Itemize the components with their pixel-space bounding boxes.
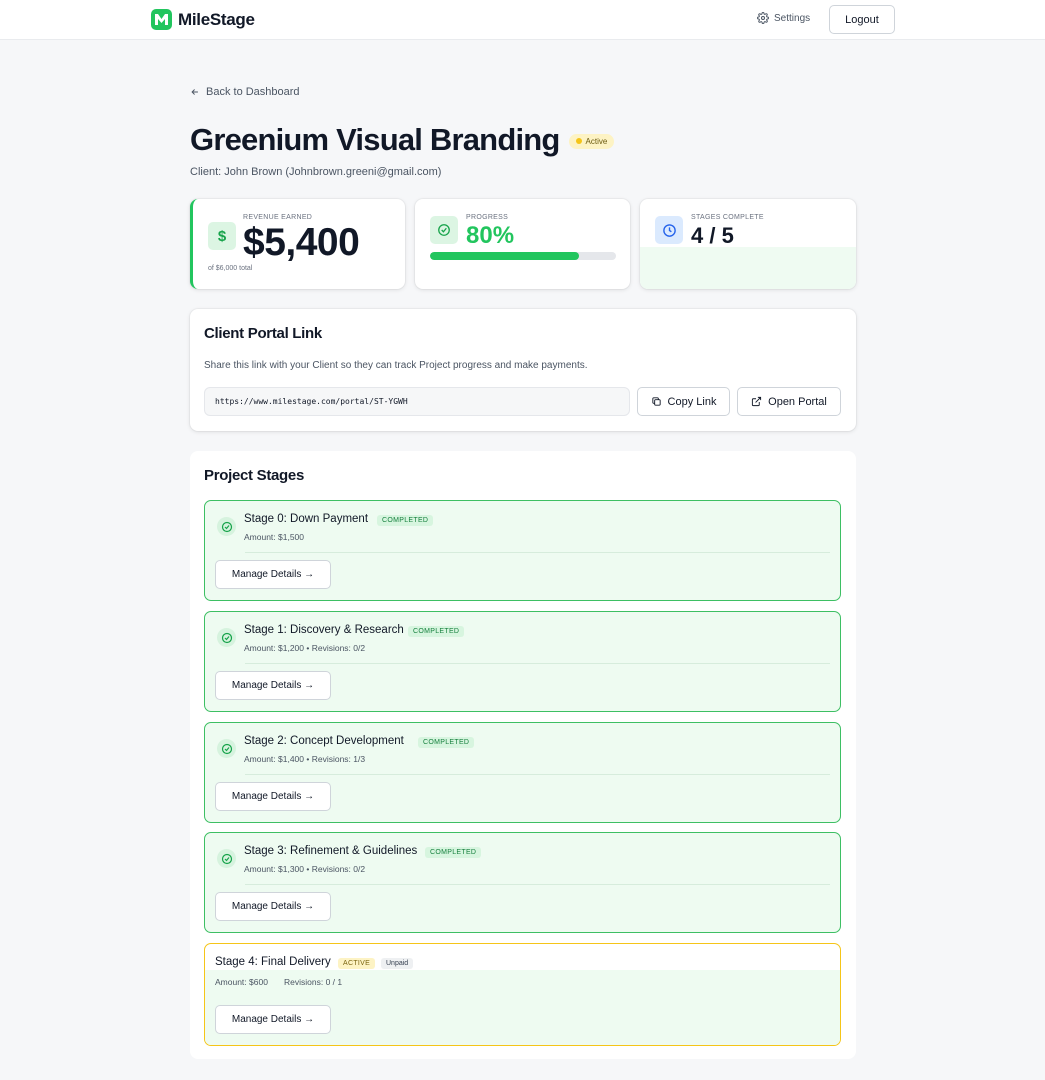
stage-status-badge: COMPLETED: [425, 847, 482, 858]
settings-label: Settings: [774, 12, 811, 24]
stage-name: Stage 2: Concept Development: [244, 735, 404, 747]
project-stages-card: Project Stages Stage 0: Down Payment COM…: [190, 451, 856, 1059]
divider: [245, 663, 830, 664]
gear-icon: [757, 12, 769, 24]
check-circle-icon: [217, 628, 236, 647]
manage-details-button[interactable]: Manage Details →: [215, 782, 331, 811]
status-label: Active: [585, 136, 608, 146]
dollar-icon: $: [208, 222, 236, 250]
divider: [245, 884, 830, 885]
check-circle-icon: [217, 849, 236, 868]
revenue-value: $5,400: [243, 221, 360, 264]
portal-url-field[interactable]: https://www.milestage.com/portal/ST-YGWH: [204, 387, 630, 416]
check-circle-icon: [217, 517, 236, 536]
stage-meta: Amount: $1,400 • Revisions: 1/3: [244, 754, 366, 764]
brand-logo[interactable]: MileStage: [151, 9, 255, 30]
progress-bar-fill: [430, 252, 579, 260]
stage-amount: Amount: $600: [215, 977, 268, 987]
stages-title: Project Stages: [204, 467, 305, 484]
stage-name: Stage 3: Refinement & Guidelines: [244, 845, 418, 857]
stage-status-badge: COMPLETED: [408, 626, 465, 637]
back-to-dashboard-link[interactable]: Back to Dashboard: [190, 86, 300, 98]
progress-value: 80%: [466, 222, 515, 249]
copy-link-button[interactable]: Copy Link: [637, 387, 730, 416]
check-circle-icon: [217, 739, 236, 758]
open-portal-button[interactable]: Open Portal: [737, 387, 841, 416]
stage-status-badge: ACTIVE: [338, 958, 376, 969]
client-info: Client: John Brown (Johnbrown.greeni@gma…: [190, 166, 442, 178]
stage-name: Stage 4: Final Delivery: [215, 956, 331, 968]
stage-status-badge: COMPLETED: [418, 737, 475, 748]
stage-name: Stage 1: Discovery & Research: [244, 624, 404, 636]
divider: [245, 774, 830, 775]
copy-link-label: Copy Link: [667, 395, 717, 408]
manage-details-button[interactable]: Manage Details →: [215, 1005, 331, 1034]
stage-card: Stage 0: Down Payment COMPLETED Amount: …: [204, 500, 841, 601]
back-label: Back to Dashboard: [206, 86, 300, 98]
top-navbar: MileStage Settings Logout: [0, 0, 1045, 40]
manage-details-button[interactable]: Manage Details →: [215, 560, 331, 589]
check-circle-icon: [430, 216, 458, 244]
stage-name: Stage 0: Down Payment: [244, 513, 369, 525]
arrow-left-icon: [191, 89, 198, 95]
page-title: Greenium Visual Branding: [190, 122, 560, 157]
open-portal-label: Open Portal: [768, 395, 827, 408]
stage-meta: Amount: $1,200 • Revisions: 0/2: [244, 643, 366, 653]
revenue-label: REVENUE EARNED: [243, 214, 313, 221]
client-portal-card: Client Portal Link Share this link with …: [190, 309, 856, 431]
revenue-card: $ REVENUE EARNED $5,400 of $6,000 total: [190, 199, 405, 289]
stages-complete-value: 4 / 5: [691, 223, 734, 248]
card-tint: [640, 247, 856, 289]
project-header: Greenium Visual Branding Active: [190, 122, 615, 158]
progress-bar: [430, 252, 616, 260]
stage-card: Stage 1: Discovery & Research COMPLETED …: [204, 611, 841, 712]
copy-icon: [651, 397, 661, 406]
portal-title: Client Portal Link: [204, 325, 322, 342]
brand-name: MileStage: [178, 9, 255, 29]
external-link-icon: [752, 396, 762, 407]
stage-card-active: Stage 4: Final Delivery ACTIVE Unpaid Am…: [204, 943, 841, 1046]
logo-icon: [151, 9, 172, 30]
stage-meta: Amount: $1,300 • Revisions: 0/2: [244, 864, 366, 874]
stage-status-badge: COMPLETED: [377, 515, 434, 526]
stage-card: Stage 3: Refinement & Guidelines COMPLET…: [204, 832, 841, 933]
clock-icon: [655, 216, 683, 244]
stage-revisions: Revisions: 0 / 1: [284, 977, 343, 987]
progress-card: PROGRESS 80%: [415, 199, 630, 289]
divider: [245, 552, 830, 553]
stages-complete-card: STAGES COMPLETE 4 / 5: [640, 199, 856, 289]
revenue-total: of $6,000 total: [208, 265, 253, 272]
stage-meta: Amount: $1,500: [244, 532, 305, 542]
logout-button[interactable]: Logout: [829, 5, 895, 34]
status-dot-icon: [575, 138, 582, 144]
settings-link[interactable]: Settings: [757, 12, 810, 24]
progress-label: PROGRESS: [466, 214, 509, 221]
stages-complete-label: STAGES COMPLETE: [691, 214, 764, 221]
status-badge: Active: [568, 133, 615, 149]
manage-details-button[interactable]: Manage Details →: [215, 671, 331, 700]
portal-description: Share this link with your Client so they…: [204, 360, 588, 371]
stage-card: Stage 2: Concept Development COMPLETED A…: [204, 722, 841, 823]
manage-details-button[interactable]: Manage Details →: [215, 892, 331, 921]
payment-status-badge: Unpaid: [381, 958, 414, 969]
